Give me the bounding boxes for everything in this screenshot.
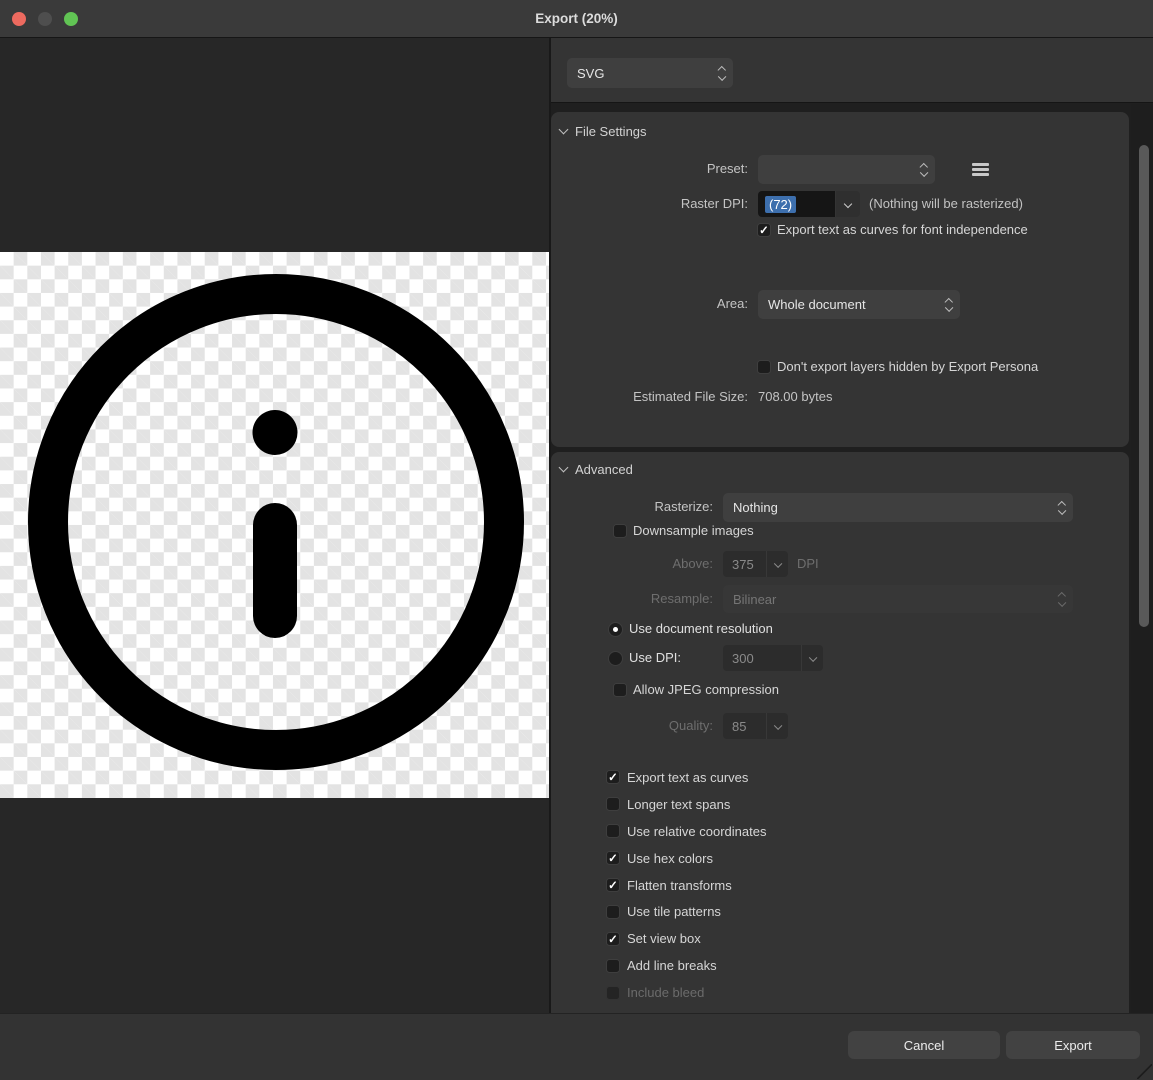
checkbox-label: Don't export layers hidden by Export Per… bbox=[777, 359, 1038, 375]
use-dpi-combo: 300 bbox=[723, 645, 823, 671]
radio-button[interactable] bbox=[608, 651, 623, 666]
format-select-value: SVG bbox=[577, 66, 604, 81]
resample-select: Bilinear bbox=[723, 585, 1073, 613]
checkbox[interactable] bbox=[606, 851, 620, 865]
scrollbar[interactable] bbox=[1131, 104, 1153, 1013]
scrollbar-thumb[interactable] bbox=[1139, 145, 1149, 627]
resample-label: Resample: bbox=[558, 591, 713, 607]
checkbox[interactable] bbox=[613, 683, 627, 697]
checkbox[interactable] bbox=[757, 360, 771, 374]
chevron-down-icon bbox=[766, 713, 788, 739]
export-dialog: Export (20%) SVG File Settings Pres bbox=[0, 0, 1153, 1080]
rasterize-select[interactable]: Nothing bbox=[723, 493, 1073, 522]
chevron-down-icon bbox=[766, 551, 788, 577]
area-label: Area: bbox=[558, 296, 748, 312]
checkbox[interactable] bbox=[606, 770, 620, 784]
export-text-curves-checkbox-row[interactable]: Export text as curves for font independe… bbox=[757, 222, 1028, 238]
option-use-tile-patterns[interactable]: Use tile patterns bbox=[606, 898, 766, 925]
file-settings-card: File Settings Preset: Raster DPI: (72) (… bbox=[551, 112, 1129, 447]
chevron-down-icon bbox=[844, 200, 852, 208]
checkbox-label: Export text as curves for font independe… bbox=[777, 222, 1028, 238]
transparency-checkerboard bbox=[0, 252, 549, 798]
preview-pane bbox=[0, 38, 549, 1013]
checkbox bbox=[606, 986, 620, 1000]
raster-dpi-note: (Nothing will be rasterized) bbox=[869, 196, 1023, 212]
quality-label: Quality: bbox=[558, 718, 713, 734]
window-title: Export (20%) bbox=[0, 11, 1153, 26]
radio-button[interactable] bbox=[608, 622, 623, 637]
option-add-line-breaks[interactable]: Add line breaks bbox=[606, 952, 766, 979]
raster-dpi-input[interactable]: (72) bbox=[758, 191, 835, 217]
preset-label: Preset: bbox=[558, 161, 748, 177]
stepper-chevrons-icon bbox=[1059, 502, 1065, 514]
option-longer-text-spans[interactable]: Longer text spans bbox=[606, 791, 766, 818]
preset-menu-button[interactable] bbox=[972, 163, 989, 176]
checkbox[interactable] bbox=[757, 223, 771, 237]
resize-grip[interactable] bbox=[1137, 1064, 1152, 1079]
checkbox[interactable] bbox=[606, 824, 620, 838]
dpi-unit-label: DPI bbox=[797, 556, 819, 572]
dont-export-hidden-checkbox-row[interactable]: Don't export layers hidden by Export Per… bbox=[757, 359, 1038, 375]
area-select-value: Whole document bbox=[768, 297, 866, 312]
rasterize-select-value: Nothing bbox=[733, 500, 778, 515]
radio-label: Use document resolution bbox=[629, 621, 773, 637]
estimated-size-value: 708.00 bytes bbox=[758, 389, 832, 405]
rasterize-label: Rasterize: bbox=[558, 499, 713, 515]
use-dpi-radio-row[interactable]: Use DPI: bbox=[608, 650, 681, 666]
quality-combo: 85 bbox=[723, 713, 788, 739]
preset-select[interactable] bbox=[758, 155, 935, 184]
option-include-bleed: Include bleed bbox=[606, 979, 766, 1006]
option-use-hex-colors[interactable]: Use hex colors bbox=[606, 845, 766, 872]
checkbox-label: Downsample images bbox=[633, 523, 754, 539]
file-settings-title: File Settings bbox=[575, 123, 647, 140]
option-use-relative-coordinates[interactable]: Use relative coordinates bbox=[606, 818, 766, 845]
option-export-text-as-curves[interactable]: Export text as curves bbox=[606, 764, 766, 791]
checkbox-label: Allow JPEG compression bbox=[633, 682, 779, 698]
option-flatten-transforms[interactable]: Flatten transforms bbox=[606, 872, 766, 899]
radio-label: Use DPI: bbox=[629, 650, 681, 666]
quality-combo-value: 85 bbox=[723, 719, 766, 734]
cancel-button[interactable]: Cancel bbox=[848, 1031, 1000, 1059]
checkbox[interactable] bbox=[606, 878, 620, 892]
above-label: Above: bbox=[558, 556, 713, 572]
info-circle-icon bbox=[0, 252, 549, 798]
above-combo: 375 bbox=[723, 551, 788, 577]
chevron-down-icon bbox=[801, 645, 823, 671]
footer-bar: Cancel Export bbox=[0, 1013, 1153, 1080]
raster-dpi-selected-text: (72) bbox=[765, 196, 796, 213]
use-dpi-combo-value: 300 bbox=[723, 651, 801, 666]
svg-options-list: Export text as curves Longer text spans … bbox=[606, 764, 766, 1006]
raster-dpi-label: Raster DPI: bbox=[558, 196, 748, 212]
above-combo-value: 375 bbox=[723, 557, 766, 572]
advanced-card: Advanced Rasterize: Nothing Downsample i… bbox=[551, 452, 1129, 1013]
format-select[interactable]: SVG bbox=[567, 58, 733, 88]
advanced-title: Advanced bbox=[575, 461, 633, 478]
stepper-chevrons-icon bbox=[921, 164, 927, 176]
checkbox[interactable] bbox=[606, 905, 620, 919]
estimated-size-label: Estimated File Size: bbox=[558, 389, 748, 405]
window-titlebar: Export (20%) bbox=[0, 0, 1153, 38]
export-button[interactable]: Export bbox=[1006, 1031, 1140, 1059]
export-settings-panel: SVG File Settings Preset: Raster DPI: (7… bbox=[551, 38, 1153, 1013]
disclosure-chevron-icon bbox=[559, 125, 569, 135]
use-document-resolution-radio-row[interactable]: Use document resolution bbox=[608, 621, 773, 637]
area-select[interactable]: Whole document bbox=[758, 290, 960, 319]
option-set-view-box[interactable]: Set view box bbox=[606, 925, 766, 952]
stepper-chevrons-icon bbox=[719, 67, 725, 79]
allow-jpeg-checkbox-row[interactable]: Allow JPEG compression bbox=[613, 682, 779, 698]
checkbox[interactable] bbox=[606, 797, 620, 811]
raster-dpi-field: (72) bbox=[758, 191, 860, 217]
stepper-chevrons-icon bbox=[946, 299, 952, 311]
format-band: SVG bbox=[551, 38, 1153, 103]
checkbox[interactable] bbox=[606, 932, 620, 946]
downsample-images-checkbox-row[interactable]: Downsample images bbox=[613, 523, 754, 539]
stepper-chevrons-icon bbox=[1059, 593, 1065, 605]
raster-dpi-dropdown-button[interactable] bbox=[836, 191, 860, 217]
checkbox[interactable] bbox=[613, 524, 627, 538]
disclosure-chevron-icon bbox=[559, 463, 569, 473]
checkbox[interactable] bbox=[606, 959, 620, 973]
resample-select-value: Bilinear bbox=[733, 592, 776, 607]
